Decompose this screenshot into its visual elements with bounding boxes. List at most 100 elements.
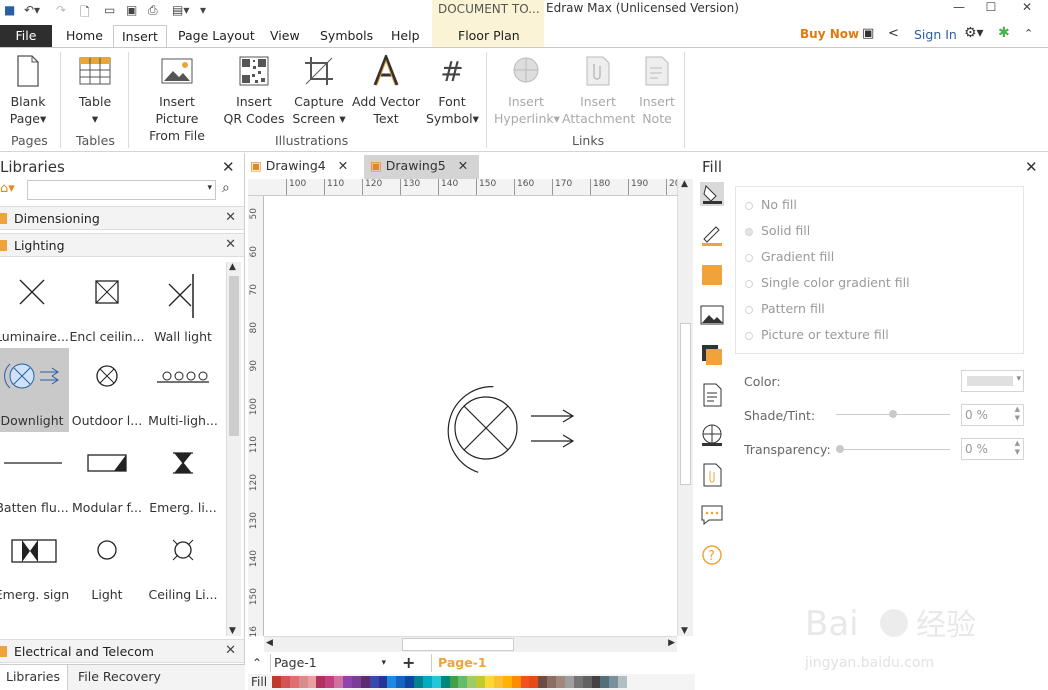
new-icon[interactable]: 🗋 (80, 3, 90, 24)
insert-note-button[interactable]: Insert Note (636, 55, 678, 127)
transparency-slider-knob[interactable] (836, 445, 844, 453)
help-icon[interactable]: ? (700, 543, 724, 567)
insert-hyperlink-button[interactable]: Insert Hyperlink▾ (494, 55, 560, 127)
tab-page-layout[interactable]: Page Layout (170, 25, 263, 47)
color-swatch[interactable] (556, 676, 565, 688)
close-category-icon[interactable]: ✕ (225, 210, 236, 225)
close-fill-panel-icon[interactable]: ✕ (1025, 158, 1038, 176)
color-swatch[interactable] (564, 676, 574, 688)
insert-picture-button[interactable]: Insert Picture From File (136, 55, 218, 144)
page-select[interactable]: Page-1 ▾ (270, 654, 390, 672)
canvas-hscroll-thumb[interactable] (402, 638, 514, 651)
color-swatch[interactable] (600, 676, 610, 688)
share-icon[interactable]: < (888, 26, 899, 41)
color-swatch[interactable] (414, 676, 423, 688)
undo-icon[interactable]: ↶▾ (24, 3, 40, 17)
open-icon[interactable]: ▭ (104, 3, 115, 17)
redo-icon[interactable]: ↷ (56, 3, 66, 17)
color-swatch[interactable] (467, 676, 477, 688)
page-properties-icon[interactable] (700, 383, 724, 407)
color-swatch[interactable] (272, 676, 281, 688)
color-swatch[interactable] (289, 676, 299, 688)
layers-icon[interactable] (700, 343, 724, 367)
canvas-vertical-scrollbar[interactable]: ▲ ▼ (677, 179, 693, 636)
radio-solid-fill[interactable]: Solid fill (745, 223, 810, 238)
shape-batten-fluorescent[interactable]: Batten flu... (0, 435, 70, 519)
shape-ceiling-light[interactable]: Ceiling Li... (145, 522, 221, 606)
shape-emergency-light[interactable]: Emerg. li... (145, 435, 221, 519)
color-swatch[interactable] (511, 676, 521, 688)
sign-in-link[interactable]: Sign In (914, 27, 957, 42)
capture-screen-button[interactable]: Capture Screen ▾ (290, 55, 348, 127)
library-scroll-thumb[interactable] (229, 276, 239, 436)
color-swatch[interactable] (280, 676, 290, 688)
line-style-icon[interactable] (700, 223, 724, 247)
scroll-left-icon[interactable]: ◀ (266, 638, 273, 648)
drawing-canvas[interactable] (263, 196, 678, 636)
page-select-dropdown-icon[interactable]: ▾ (381, 654, 386, 672)
tab-view[interactable]: View (262, 25, 308, 47)
search-icon[interactable]: ⌕ (222, 180, 230, 196)
color-swatch[interactable] (493, 676, 503, 688)
color-swatch[interactable] (387, 676, 397, 688)
account-icon[interactable]: ▣ (862, 26, 874, 41)
radio-pattern-fill[interactable]: Pattern fill (745, 301, 825, 316)
canvas-horizontal-scrollbar[interactable]: ◀ ▶ (264, 636, 677, 652)
color-swatch[interactable] (609, 676, 619, 688)
library-scrollbar[interactable]: ▲ ▼ (226, 262, 241, 636)
color-swatch[interactable] (325, 676, 335, 688)
library-category-electrical[interactable]: Electrical and Telecom ✕ (0, 639, 244, 663)
shape-emergency-sign[interactable]: Emerg. sign (0, 522, 70, 606)
fill-bucket-icon[interactable] (700, 182, 724, 206)
color-swatch[interactable] (334, 676, 343, 688)
color-swatch[interactable] (547, 676, 556, 688)
doc-tab-drawing5[interactable]: ▣ Drawing5 ✕ (364, 155, 479, 179)
scroll-right-icon[interactable]: ▶ (668, 638, 675, 648)
color-swatch[interactable] (502, 676, 512, 688)
ribbon-collapse-icon[interactable]: ⌃ (1024, 27, 1033, 40)
close-category-icon[interactable]: ✕ (225, 643, 236, 658)
shape-multi-light[interactable]: Multi-ligh... (145, 348, 221, 432)
library-category-dimensioning[interactable]: Dimensioning ✕ (0, 206, 244, 230)
globe-hyperlink-icon[interactable] (700, 423, 724, 447)
library-search-input[interactable]: ▾ (27, 180, 216, 200)
shade-tint-slider-knob[interactable] (889, 410, 897, 418)
color-swatch[interactable] (618, 676, 627, 688)
color-swatch[interactable] (369, 676, 379, 688)
shape-downlight[interactable]: Downlight (0, 348, 69, 432)
close-libraries-icon[interactable]: ✕ (222, 158, 235, 176)
color-swatch[interactable] (476, 676, 485, 688)
shade-tint-input[interactable]: 0 % ▲ ▼ (961, 404, 1024, 426)
color-swatch[interactable] (431, 676, 441, 688)
shadow-icon[interactable] (700, 263, 724, 287)
canvas-vscroll-thumb[interactable] (680, 323, 691, 485)
color-swatch[interactable] (378, 676, 388, 688)
quick-access-menu-icon[interactable]: ▾ (200, 3, 206, 17)
add-page-icon[interactable]: + (402, 653, 415, 672)
shape-light[interactable]: Light (69, 522, 145, 606)
tab-libraries[interactable]: Libraries (0, 665, 68, 690)
tab-symbols[interactable]: Symbols (312, 25, 381, 47)
tab-home[interactable]: Home (58, 25, 111, 47)
insert-qr-codes-button[interactable]: Insert QR Codes (222, 55, 286, 127)
color-swatches[interactable] (272, 676, 627, 688)
radio-single-color-gradient[interactable]: Single color gradient fill (745, 275, 910, 290)
transparency-slider[interactable] (838, 449, 950, 450)
color-swatch[interactable] (538, 676, 548, 688)
scroll-down-icon[interactable]: ▼ (681, 626, 688, 636)
print-icon[interactable]: ⎙ (148, 3, 158, 18)
scroll-up-icon[interactable]: ▲ (229, 262, 236, 272)
color-swatch[interactable] (298, 676, 308, 688)
attachment-panel-icon[interactable] (700, 463, 724, 487)
table-button[interactable]: Table ▾ (72, 55, 118, 127)
color-swatch[interactable] (458, 676, 468, 688)
comment-icon[interactable] (700, 503, 724, 527)
scroll-up-icon[interactable]: ▲ (681, 179, 688, 189)
page-nav-up-icon[interactable]: ⌃ (252, 656, 262, 670)
color-swatch[interactable] (396, 676, 406, 688)
home-library-icon[interactable]: ⌂▾ (0, 181, 15, 196)
color-swatch[interactable] (529, 676, 539, 688)
shape-luminaire[interactable]: Luminaire... (0, 264, 70, 348)
active-page-tab[interactable]: Page-1 (438, 655, 487, 670)
color-swatch[interactable] (316, 676, 326, 688)
